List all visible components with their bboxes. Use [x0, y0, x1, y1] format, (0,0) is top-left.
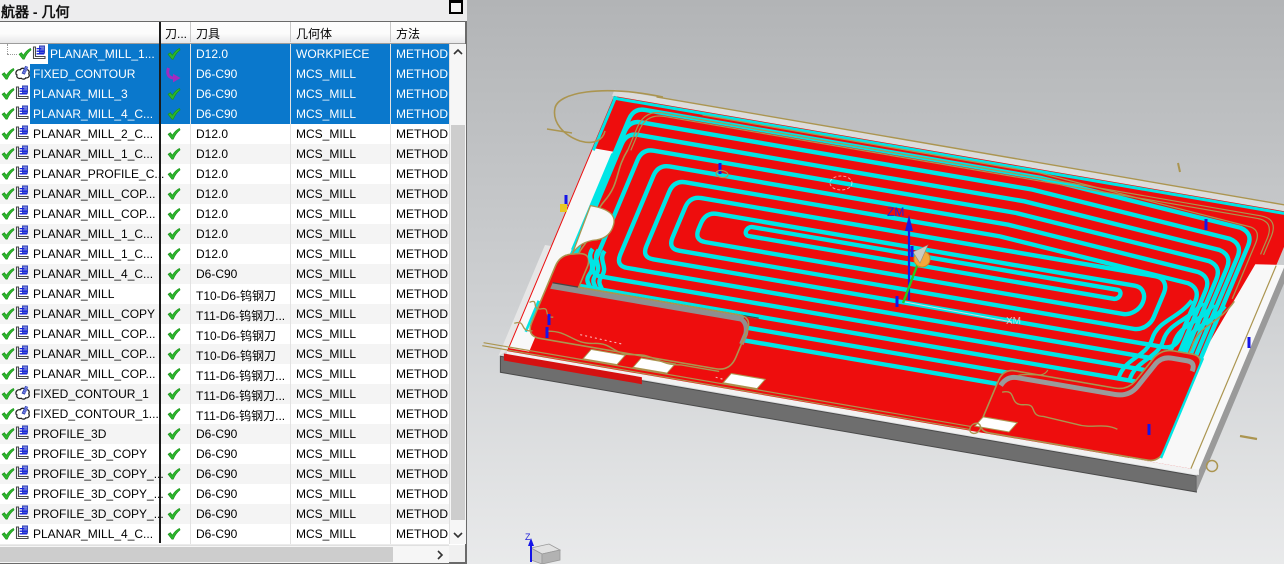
svg-text:ZM: ZM — [887, 205, 904, 219]
svg-text:XM: XM — [1006, 316, 1021, 327]
svg-text:Z: Z — [525, 532, 531, 542]
